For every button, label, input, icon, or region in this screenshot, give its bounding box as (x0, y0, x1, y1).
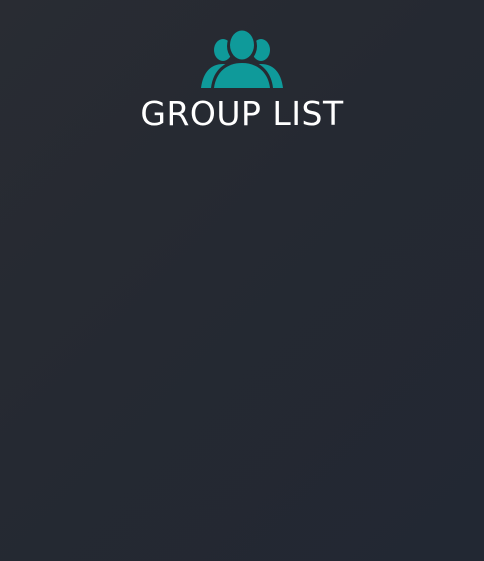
group-list-header: GROUP LIST (0, 30, 484, 134)
group-list (0, 145, 484, 561)
group-list-panel: GROUP LIST (0, 0, 484, 561)
page-title: GROUP LIST (140, 94, 344, 133)
group-users-icon (201, 30, 283, 88)
